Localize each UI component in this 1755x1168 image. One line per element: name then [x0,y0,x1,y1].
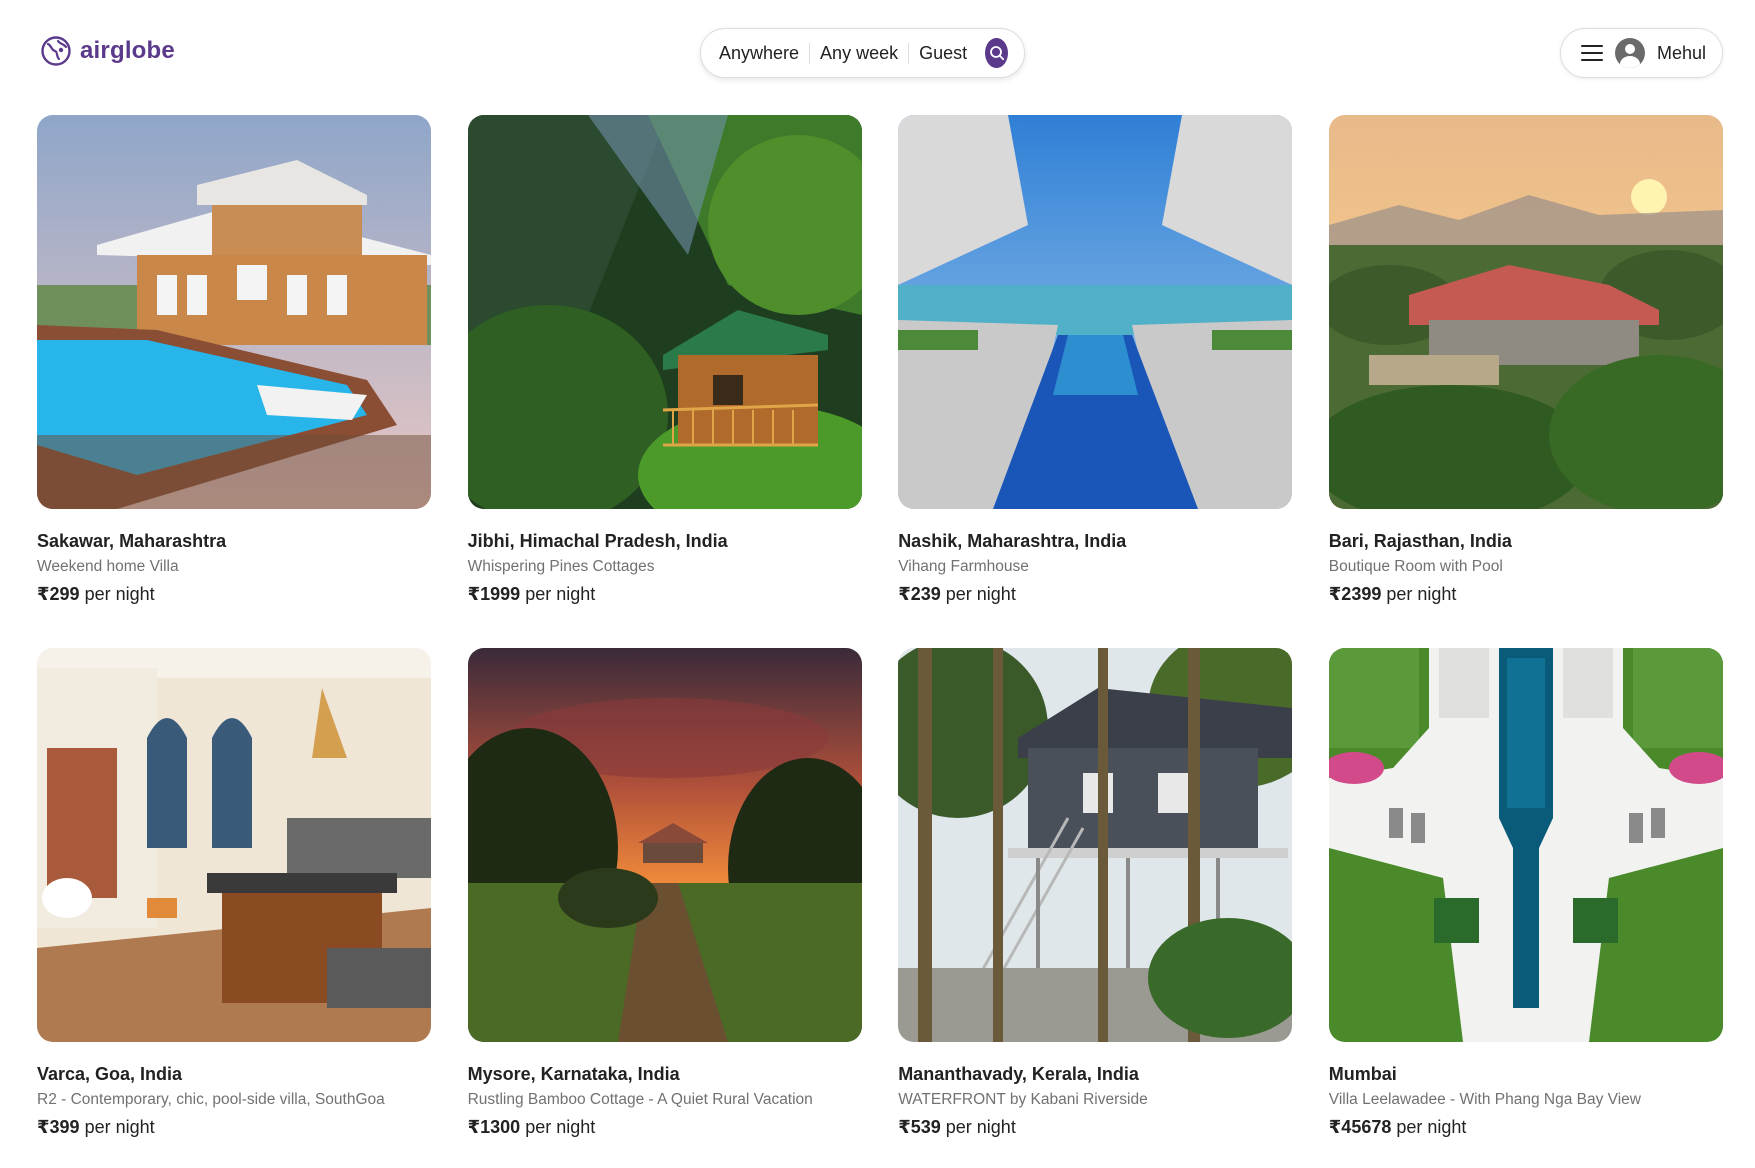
price-unit: per night [84,1117,155,1137]
listing-location: Jibhi, Himachal Pradesh, India [467,531,728,551]
price-unit: per night [1396,1117,1467,1137]
price-amount: ₹539 [898,1117,941,1137]
listing-photo[interactable] [467,648,862,1042]
listing-card[interactable]: Nashik, Maharashtra, India Vihang Farmho… [898,115,1293,648]
price-unit: per night [1386,584,1457,604]
price-unit: per night [525,1117,596,1137]
listing-price: ₹2399 per night [1329,584,1723,605]
price-unit: per night [525,584,596,604]
listing-location: Mumbai [1328,1064,1397,1084]
price-amount: ₹299 [37,584,80,604]
price-amount: ₹1999 [467,584,521,604]
globe-logo-icon [41,36,71,66]
listing-title: WATERFRONT by Kabani Riverside [898,1091,1148,1108]
listing-card[interactable]: Mysore, Karnataka, India Rustling Bamboo… [467,648,862,1168]
user-name: Mehul [1656,42,1706,63]
search-button[interactable] [985,38,1008,68]
search-when[interactable]: Any week [809,42,908,64]
listing-title: Villa Leelawadee - With Phang Nga Bay Vi… [1328,1091,1641,1108]
user-menu-button[interactable]: Mehul [1560,28,1723,78]
listing-card[interactable]: Varca, Goa, India R2 - Contemporary, chi… [37,648,431,1168]
listing-price: ₹239 per night [898,584,1292,605]
price-amount: ₹2399 [1328,584,1382,604]
listing-photo[interactable] [1328,115,1723,509]
listing-title: Whispering Pines Cottages [467,558,655,575]
listing-location: Bari, Rajasthan, India [1328,531,1512,551]
search-icon [989,46,1004,61]
search-where[interactable]: Anywhere [719,43,809,64]
listing-location: Mysore, Karnataka, India [467,1064,680,1084]
search-guests[interactable]: Guest [908,42,977,64]
listing-title: Vihang Farmhouse [898,558,1029,575]
price-unit: per night [945,584,1016,604]
price-unit: per night [945,1117,1016,1137]
listing-title: Weekend home Villa [37,558,179,575]
listing-title: Boutique Room with Pool [1328,558,1503,575]
listing-photo[interactable] [467,115,862,509]
listings-grid: Sakawar, Maharashtra Weekend home Villa … [37,115,1723,1168]
listing-price: ₹299 per night [37,584,431,605]
listing-card[interactable]: Bari, Rajasthan, India Boutique Room wit… [1328,115,1723,648]
listing-price: ₹399 per night [37,1117,431,1138]
price-amount: ₹399 [37,1117,80,1137]
price-unit: per night [84,584,155,604]
top-navbar: airglobe Anywhere Any week Guest Mehul [0,0,1755,110]
listing-location: Nashik, Maharashtra, India [898,531,1127,551]
listing-price: ₹539 per night [898,1117,1292,1138]
listing-price: ₹45678 per night [1329,1117,1723,1138]
hamburger-icon [1581,45,1603,61]
listing-card[interactable]: Mumbai Villa Leelawadee - With Phang Nga… [1328,648,1723,1168]
listing-card[interactable]: Mananthavady, Kerala, India WATERFRONT b… [898,648,1293,1168]
listing-title: R2 - Contemporary, chic, pool-side villa… [37,1091,385,1108]
listing-location: Mananthavady, Kerala, India [898,1064,1139,1084]
listing-title: Rustling Bamboo Cottage - A Quiet Rural … [467,1091,813,1108]
listing-photo[interactable] [898,648,1293,1042]
listing-price: ₹1999 per night [468,584,862,605]
listing-location: Varca, Goa, India [37,1064,183,1084]
listing-photo[interactable] [37,115,431,509]
listing-location: Sakawar, Maharashtra [37,531,227,551]
listing-card[interactable]: Sakawar, Maharashtra Weekend home Villa … [37,115,431,648]
listing-photo[interactable] [37,648,431,1042]
price-amount: ₹239 [898,584,941,604]
listing-photo[interactable] [898,115,1293,509]
brand-name: airglobe [80,37,175,64]
listing-photo[interactable] [1328,648,1723,1042]
avatar-icon [1614,38,1645,68]
price-amount: ₹1300 [467,1117,521,1137]
listing-card[interactable]: Jibhi, Himachal Pradesh, India Whisperin… [467,115,862,648]
listing-price: ₹1300 per night [468,1117,862,1138]
brand-logo[interactable]: airglobe [40,35,175,67]
price-amount: ₹45678 [1328,1117,1392,1137]
search-bar[interactable]: Anywhere Any week Guest [700,28,1025,78]
